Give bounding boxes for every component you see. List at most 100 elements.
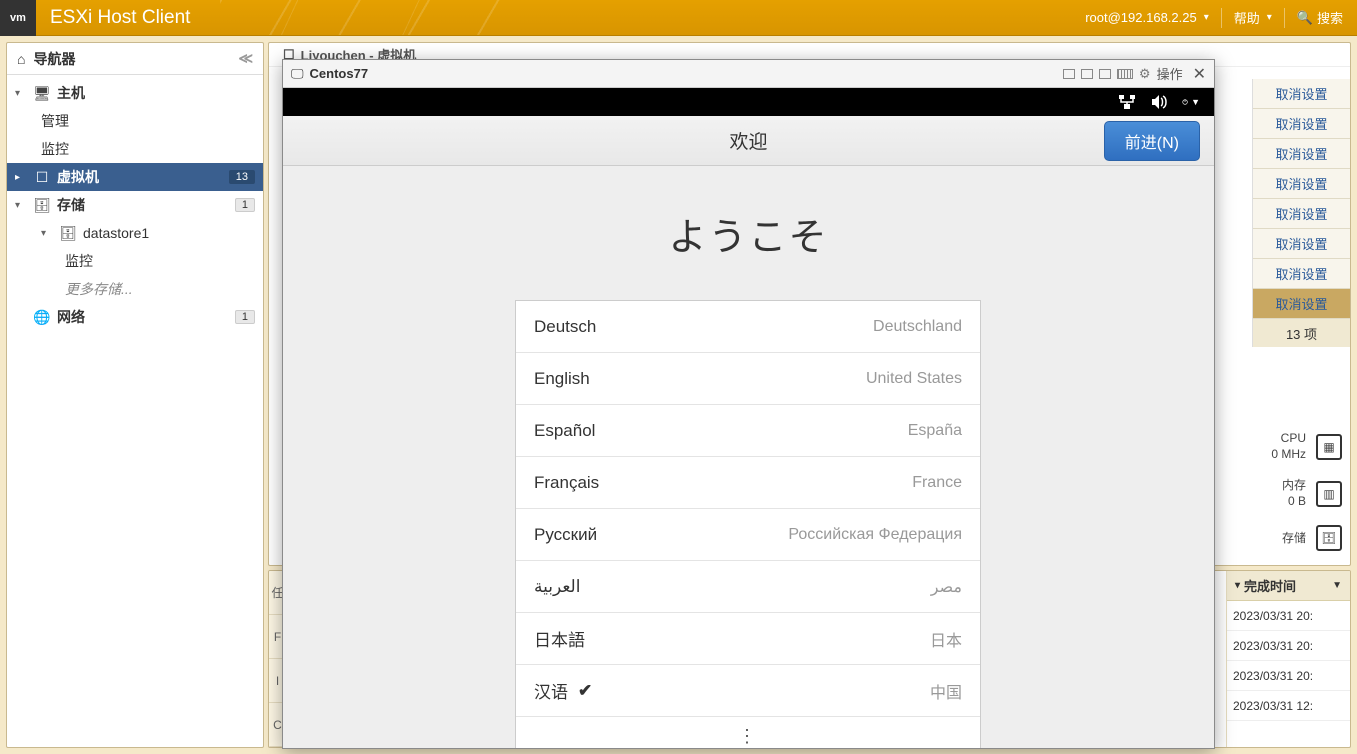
window-icon[interactable] [1081, 69, 1093, 79]
resource-stats: CPU 0 MHz ▦ 内存 0 B ▥ 存储 🗄 [1232, 431, 1342, 551]
task-time-cell: 2023/03/31 20: [1227, 601, 1350, 631]
user-menu[interactable]: root@192.168.2.25 [1085, 10, 1209, 25]
app-header: vm ESXi Host Client root@192.168.2.25 帮助… [0, 0, 1357, 36]
language-item-chinese[interactable]: 汉语 ✔ 中国 [516, 665, 980, 717]
nav-network[interactable]: ▾ 🌐 网络 1 [7, 303, 263, 331]
navigator-title-bar: ⌂ 导航器 ≪ [7, 43, 263, 75]
monitor-icon: 🖵 [291, 66, 304, 82]
language-name: 汉语 [534, 678, 568, 703]
nav-host-monitor-label: 监控 [41, 139, 69, 159]
actions-footer: 13 项 [1253, 319, 1350, 347]
stat-mem-label: 内存 [1282, 478, 1306, 494]
language-item-english[interactable]: English United States [516, 353, 980, 405]
language-item-japanese[interactable]: 日本語 日本 [516, 613, 980, 665]
cancel-button[interactable]: 取消设置 [1253, 169, 1350, 199]
nav-vms[interactable]: ▸ ☐ 虚拟机 13 [7, 163, 263, 191]
language-country: United States [866, 370, 962, 388]
nav-datastore[interactable]: ▾ 🗄 datastore1 [7, 219, 263, 247]
sort-desc-icon: ▼ [1332, 580, 1342, 591]
nav-tree: ▾ 🖥 主机 管理 监控 ▸ ☐ 虚拟机 13 ▾ 🗄 存储 1 [7, 75, 263, 335]
search-placeholder: 搜索 [1317, 8, 1343, 27]
nav-host-monitor[interactable]: 监控 [7, 135, 263, 163]
language-more-icon[interactable]: ⋮ [516, 717, 980, 748]
caret-down-icon: ▼ [1191, 97, 1200, 107]
collapse-icon[interactable]: ≪ [238, 50, 253, 67]
language-country: Российская Федерация [788, 526, 962, 544]
chevron-right-icon[interactable]: ▸ [15, 172, 27, 183]
language-name: 日本語 [534, 626, 585, 651]
chevron-down-icon[interactable]: ▾ [41, 228, 53, 239]
chevron-down-icon[interactable]: ▾ [15, 200, 27, 211]
actions-column: 取消设置 取消设置 取消设置 取消设置 取消设置 取消设置 取消设置 取消设置 … [1252, 79, 1350, 347]
window-icon[interactable] [1099, 69, 1111, 79]
vm-console-content: ようこそ Deutsch Deutschland English United … [283, 166, 1214, 748]
chevron-down-icon: ▾ [1235, 580, 1240, 591]
cancel-button[interactable]: 取消设置 [1253, 199, 1350, 229]
stat-mem-value: 0 B [1288, 494, 1306, 510]
language-list: Deutsch Deutschland English United State… [515, 300, 981, 748]
keyboard-icon[interactable] [1117, 69, 1133, 79]
stat-memory: 内存 0 B ▥ [1232, 478, 1342, 509]
close-icon[interactable]: ✕ [1193, 64, 1206, 84]
gear-icon[interactable]: ⚙ [1139, 66, 1151, 82]
nav-host-manage[interactable]: 管理 [7, 107, 263, 135]
nav-storage-more-label: 更多存储... [65, 279, 133, 299]
cancel-button[interactable]: 取消设置 [1253, 79, 1350, 109]
app-title: ESXi Host Client [50, 7, 190, 29]
cancel-button[interactable]: 取消设置 [1253, 289, 1350, 319]
cancel-button[interactable]: 取消设置 [1253, 109, 1350, 139]
language-name: Русский [534, 525, 597, 545]
chevron-down-icon[interactable]: ▾ [15, 88, 27, 99]
language-item-deutsch[interactable]: Deutsch Deutschland [516, 301, 980, 353]
separator [1284, 8, 1285, 28]
cancel-button[interactable]: 取消设置 [1253, 139, 1350, 169]
memory-icon: ▥ [1316, 481, 1342, 507]
vm-icon: ☐ [33, 169, 51, 186]
nav-storage[interactable]: ▾ 🗄 存储 1 [7, 191, 263, 219]
nav-network-count: 1 [235, 310, 255, 324]
language-name: Español [534, 421, 595, 441]
power-icon[interactable]: ▼ [1182, 93, 1200, 111]
header-decoration [220, 0, 507, 35]
cancel-button[interactable]: 取消设置 [1253, 259, 1350, 289]
language-item-espanol[interactable]: Español España [516, 405, 980, 457]
vm-console-title: Centos77 [310, 66, 369, 81]
language-item-arabic[interactable]: العربية مصر [516, 561, 980, 613]
datastore-icon: 🗄 [59, 225, 77, 242]
language-name: Français [534, 473, 599, 493]
nav-storage-count: 1 [235, 198, 255, 212]
next-button[interactable]: 前进(N) [1104, 121, 1200, 161]
nav-vms-count: 13 [229, 170, 255, 184]
network-icon[interactable] [1118, 93, 1136, 111]
vm-console-window: 🖵 Centos77 ⚙ 操作 ✕ ▼ 欢迎 前进(N) ようこそ [282, 59, 1215, 749]
nav-datastore-monitor-label: 监控 [65, 251, 93, 271]
nav-storage-label: 存储 [57, 195, 85, 215]
nav-datastore-label: datastore1 [83, 225, 149, 241]
volume-icon[interactable] [1150, 93, 1168, 111]
language-item-francais[interactable]: Français France [516, 457, 980, 509]
help-menu[interactable]: 帮助 [1234, 8, 1272, 27]
vm-actions-label[interactable]: 操作 [1157, 64, 1183, 83]
nav-datastore-monitor[interactable]: 监控 [7, 247, 263, 275]
vm-console-titlebar[interactable]: 🖵 Centos77 ⚙ 操作 ✕ [283, 60, 1214, 88]
nav-vms-label: 虚拟机 [57, 167, 99, 187]
vmware-logo: vm [0, 0, 36, 36]
window-icon[interactable] [1063, 69, 1075, 79]
cancel-button[interactable]: 取消设置 [1253, 229, 1350, 259]
tasks-complete-header[interactable]: ▾ 完成时间 ▼ [1227, 571, 1350, 601]
vm-welcome-bar: 欢迎 前进(N) [283, 116, 1214, 166]
language-item-russian[interactable]: Русский Российская Федерация [516, 509, 980, 561]
search-box[interactable]: 🔍 搜索 [1297, 8, 1343, 27]
home-icon: ⌂ [17, 51, 25, 67]
nav-host[interactable]: ▾ 🖥 主机 [7, 79, 263, 107]
language-country: España [908, 422, 962, 440]
task-time-cell: 2023/03/31 12: [1227, 691, 1350, 721]
nav-storage-more[interactable]: 更多存储... [7, 275, 263, 303]
stat-cpu-value: 0 MHz [1271, 447, 1306, 463]
vm-guest-topbar: ▼ [283, 88, 1214, 116]
task-time-cell: 2023/03/31 20: [1227, 661, 1350, 691]
language-name: العربية [534, 577, 580, 597]
nav-network-label: 网络 [57, 307, 85, 327]
stat-storage: 存储 🗄 [1232, 525, 1342, 551]
language-country: مصر [931, 577, 962, 597]
